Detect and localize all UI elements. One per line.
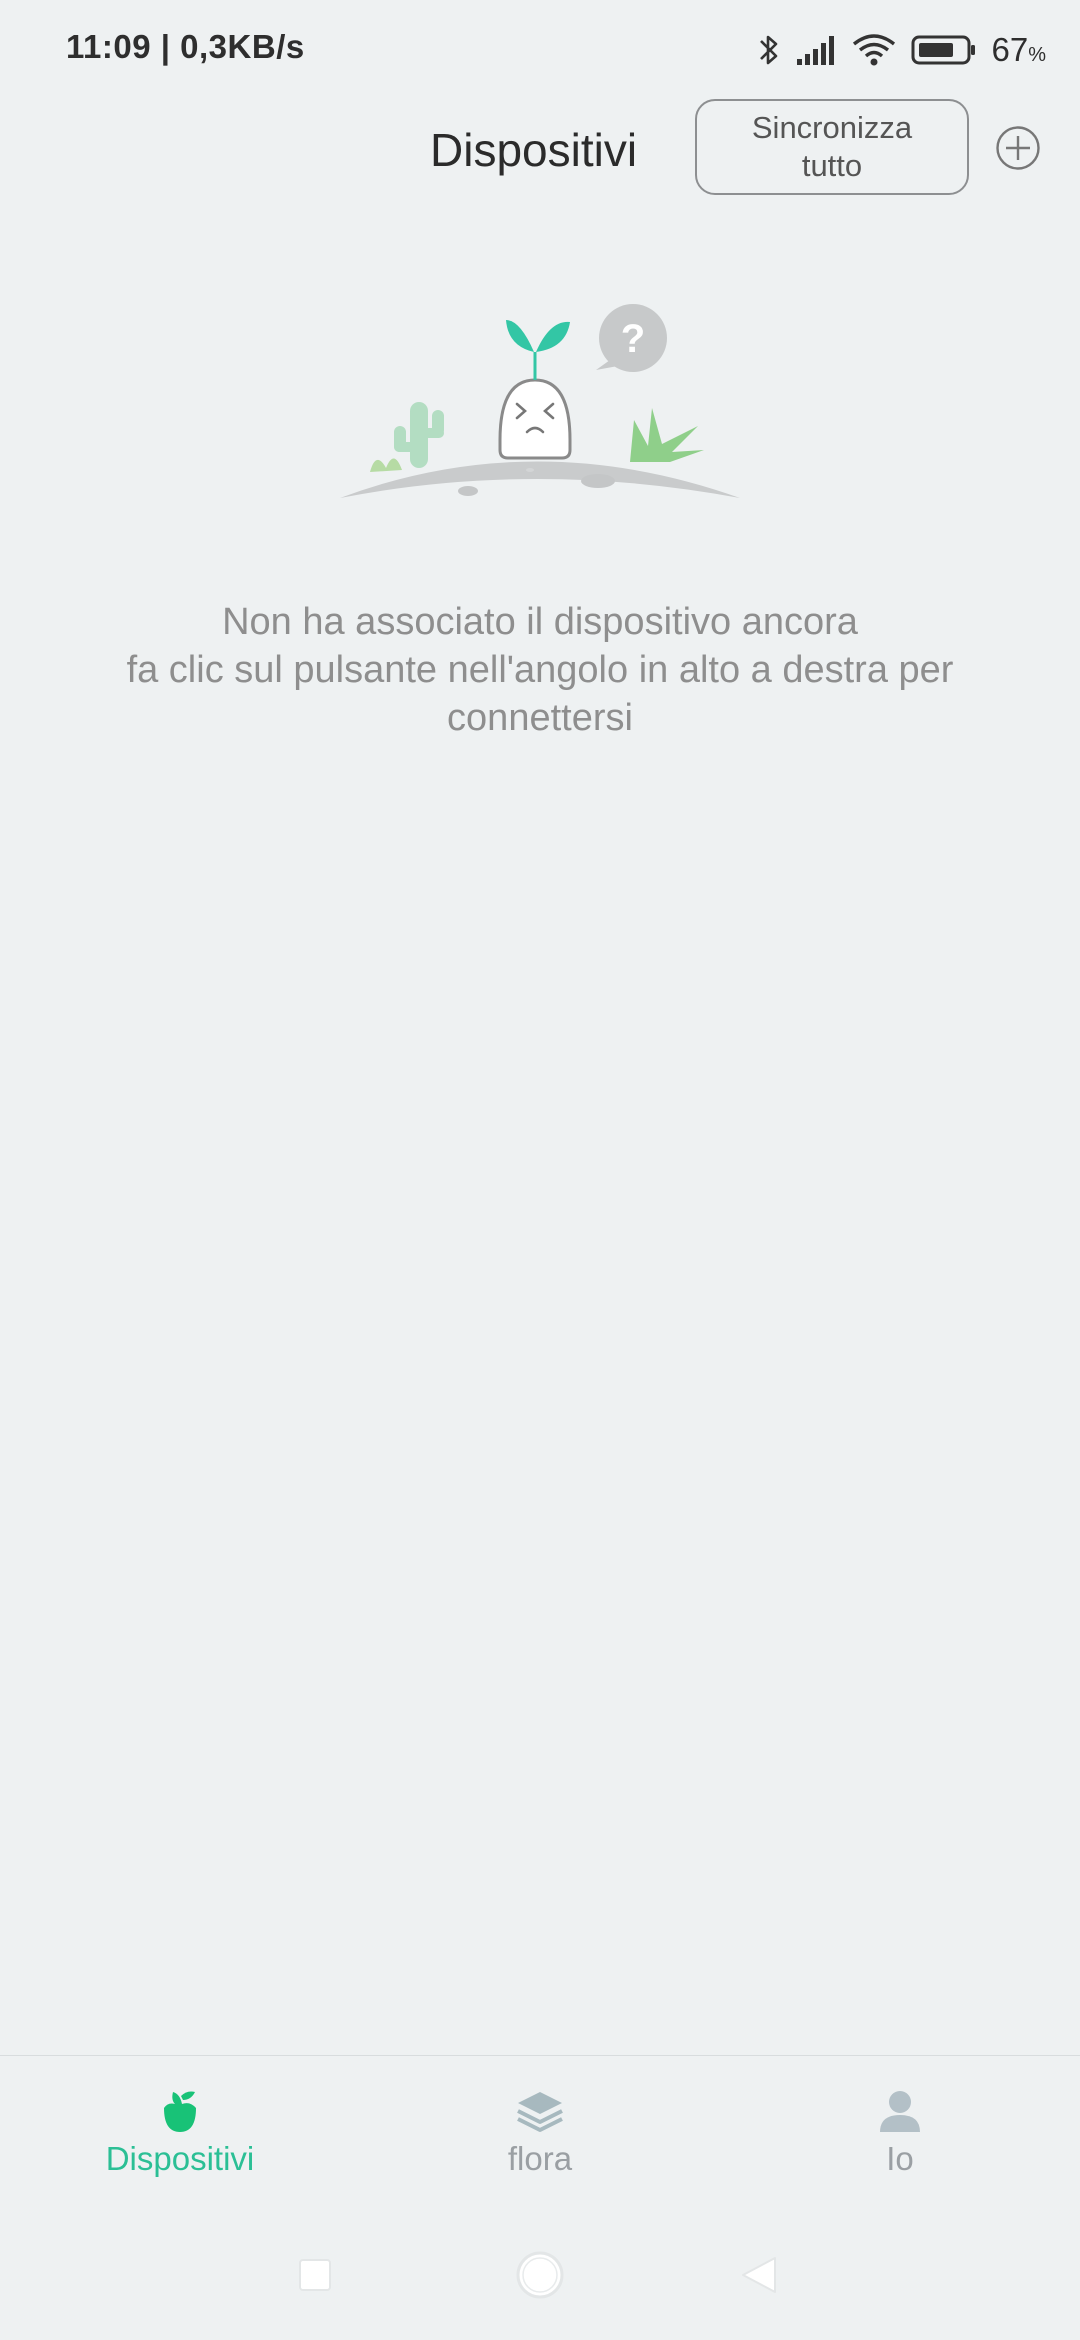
page-title: Dispositivi [430,124,638,176]
confused-sprout-illustration: ? [340,304,740,498]
bottom-navigation: Dispositivi flora Io [0,2055,1080,2206]
sync-all-button[interactable]: Sincronizza tutto [695,99,969,195]
bluetooth-icon [760,35,778,65]
nav-tab-devices[interactable]: Dispositivi [60,2086,300,2196]
wifi-icon [853,34,896,66]
empty-state-line2: fa clic sul pulsante nell'angolo in alto… [126,649,954,691]
plus-circle-icon[interactable] [995,125,1041,171]
battery-icon [911,35,976,65]
person-icon [880,2091,920,2132]
empty-state-line3: connettersi [447,697,633,739]
nav-tab-flora-label: flora [507,2140,573,2177]
system-navigation-bar [0,2225,1080,2325]
signal-icon [797,36,835,65]
app-screen: 11:09 | 0,3KB/s 67% Dispositivi Sincroni… [0,0,1080,2340]
nav-tab-flora[interactable]: flora [420,2086,660,2196]
status-time: 11:09 | 0,3KB/s [66,28,305,65]
nav-tab-me-label: Io [886,2140,914,2177]
empty-state-message: Non ha associato il dispositivo ancora f… [60,598,1020,742]
recent-apps-icon[interactable] [290,2250,340,2300]
home-icon[interactable] [515,2250,565,2300]
battery-percent-unit: % [1028,44,1046,66]
plant-icon [164,2091,196,2132]
battery-percent-value: 67 [991,31,1029,68]
back-icon[interactable] [735,2250,785,2300]
sync-all-label: Sincronizza tutto [751,110,913,183]
svg-text:?: ? [621,317,645,361]
layers-icon [517,2092,563,2132]
status-icons: 67% [757,26,1046,74]
status-bar: 11:09 | 0,3KB/s 67% [0,0,1080,100]
battery-percent: 67% [991,31,1046,69]
nav-tab-devices-label: Dispositivi [105,2140,255,2177]
nav-tab-me[interactable]: Io [780,2086,1020,2196]
header: Dispositivi Sincronizza tutto [0,95,1080,205]
empty-state-line1: Non ha associato il dispositivo ancora [222,601,858,643]
